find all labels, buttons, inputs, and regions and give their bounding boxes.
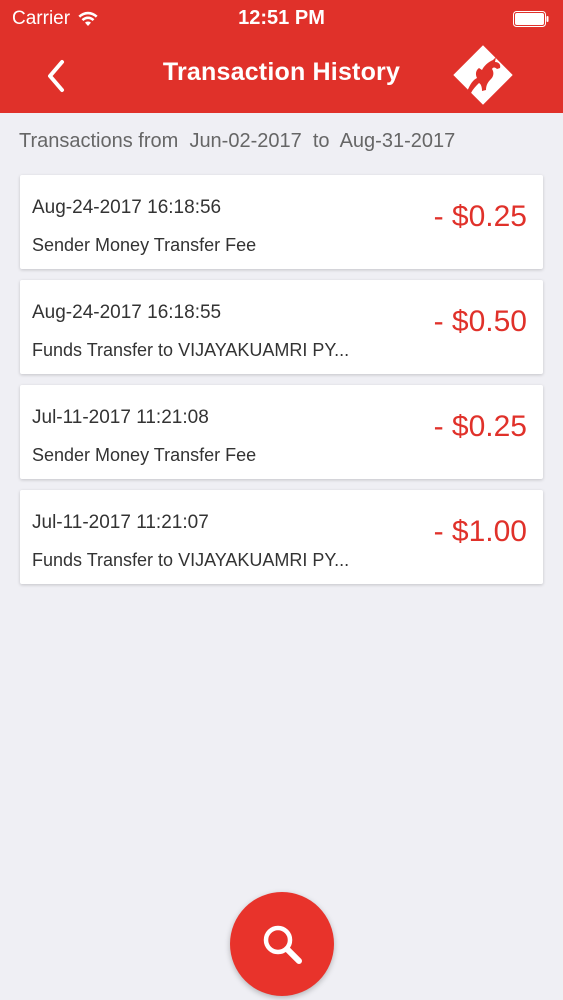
date-range-prefix: Transactions from (19, 130, 179, 152)
transaction-datetime: Jul-11-2017 11:21:07 (32, 512, 209, 533)
transaction-amount: - $0.25 (433, 410, 527, 443)
transaction-description: Funds Transfer to VIJAYAKUAMRI PY... (32, 340, 350, 360)
transaction-amount: - $0.25 (433, 200, 527, 233)
date-range-separator: to (312, 130, 330, 152)
transaction-description: Funds Transfer to VIJAYAKUAMRI PY... (32, 550, 350, 570)
transaction-card[interactable]: Jul-11-2017 11:21:08 Sender Money Transf… (20, 385, 543, 479)
transaction-datetime: Jul-11-2017 11:21:08 (32, 407, 209, 428)
battery-icon (513, 11, 549, 27)
horse-logo-icon (453, 45, 513, 105)
transaction-description: Sender Money Transfer Fee (32, 445, 257, 465)
status-time: 12:51 PM (238, 7, 325, 29)
transaction-datetime: Aug-24-2017 16:18:56 (32, 197, 222, 218)
transaction-amount: - $0.50 (433, 305, 527, 338)
transaction-card[interactable]: Jul-11-2017 11:21:07 Funds Transfer to V… (20, 490, 543, 584)
search-icon (263, 925, 302, 964)
date-range-start: Jun-02-2017 (189, 130, 302, 152)
transaction-card[interactable]: Aug-24-2017 16:18:55 Funds Transfer to V… (20, 280, 543, 374)
search-button[interactable] (230, 892, 334, 996)
transaction-amount: - $1.00 (433, 515, 527, 548)
date-range-end: Aug-31-2017 (339, 130, 456, 152)
transaction-card[interactable]: Aug-24-2017 16:18:56 Sender Money Transf… (20, 175, 543, 269)
date-range-label: Transactions from Jun-02-2017 to Aug-31-… (19, 130, 455, 153)
app-header: Carrier 12:51 PM Transaction History (0, 0, 563, 113)
transaction-datetime: Aug-24-2017 16:18:55 (32, 302, 222, 323)
transaction-list: Aug-24-2017 16:18:56 Sender Money Transf… (20, 175, 543, 595)
transaction-description: Sender Money Transfer Fee (32, 235, 257, 255)
status-bar: Carrier 12:51 PM (0, 0, 563, 38)
